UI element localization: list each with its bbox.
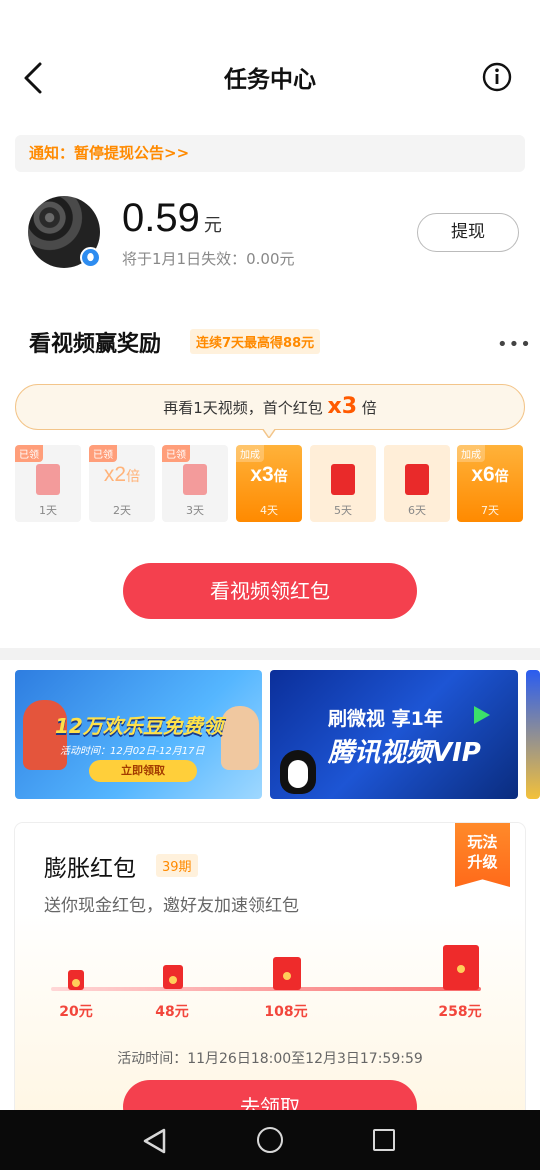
page-title: 任务中心	[224, 67, 316, 93]
day-card-6[interactable]: 6天	[384, 445, 450, 522]
day-label: 2天	[113, 504, 131, 517]
day-multiplier: x2倍	[103, 463, 141, 486]
day-label: 4天	[260, 504, 278, 517]
day-multiplier: x3倍	[250, 463, 288, 486]
cartoon-character-icon	[221, 706, 259, 770]
streak-tip-suffix: 倍	[361, 399, 377, 417]
day-card-1[interactable]: 已领 1天	[15, 445, 81, 522]
banner-next-peek[interactable]	[526, 670, 540, 799]
banner-claim-button[interactable]: 立即领取	[89, 760, 197, 782]
system-nav-bar	[0, 1110, 540, 1170]
nav-recents-icon[interactable]	[373, 1129, 395, 1151]
more-options-icon[interactable]: •••	[497, 334, 532, 355]
banner-tencent-video-vip[interactable]: 刷微视 享1年 腾讯视频VIP	[270, 670, 518, 799]
balance-display: 0.59 元	[122, 196, 222, 241]
streak-tip-bubble: 再看1天视频，首个红包 x3 倍	[15, 384, 525, 430]
nav-back-icon[interactable]	[142, 1128, 168, 1154]
card-title: 膨胀红包	[44, 856, 136, 882]
day-tag: 加成	[457, 445, 485, 462]
tier-label: 48元	[155, 1004, 189, 1020]
balance-unit: 元	[203, 215, 222, 236]
red-packet-icon	[273, 957, 301, 990]
withdraw-button[interactable]: 提现	[417, 213, 519, 252]
banner-title: 12万欢乐豆免费领	[55, 714, 223, 738]
red-packet-icon	[405, 464, 429, 495]
upgrade-ribbon: 玩法 升级	[455, 823, 510, 887]
info-icon[interactable]	[482, 62, 512, 92]
day-label: 3天	[186, 504, 204, 517]
qq-badge-icon	[80, 247, 101, 268]
video-reward-tag: 连续7天最高得88元	[190, 329, 321, 354]
red-packet-icon	[183, 464, 207, 495]
streak-days: 已领 1天 已领 x2倍 2天 已领 3天 加成 x3倍 4天 5天 6天 加成…	[15, 445, 525, 522]
day-card-3[interactable]: 已领 3天	[162, 445, 228, 522]
red-packet-icon	[68, 970, 84, 990]
video-reward-title: 看视频赢奖励	[29, 332, 162, 357]
day-tag: 已领	[89, 445, 117, 462]
inflation-red-packet-card: 玩法 升级 膨胀红包 39期 送你现金红包，邀好友加速领红包 20元 48元 10…	[15, 823, 525, 1123]
play-icon	[474, 706, 490, 724]
withdraw-notice-link[interactable]: 通知：暂停提现公告>>	[15, 135, 525, 172]
red-packet-icon	[36, 464, 60, 495]
bubble-tail	[262, 428, 276, 438]
nav-home-icon[interactable]	[257, 1127, 283, 1153]
day-label: 1天	[39, 504, 57, 517]
red-packet-icon	[163, 965, 183, 989]
day-card-5[interactable]: 5天	[310, 445, 376, 522]
red-packet-icon	[331, 464, 355, 495]
card-subtitle: 送你现金红包，邀好友加速领红包	[44, 896, 299, 916]
day-card-7[interactable]: 加成 x6倍 7天	[457, 445, 523, 522]
tier-label: 20元	[59, 1004, 93, 1020]
balance-amount: 0.59	[122, 196, 200, 240]
tier-label: 258元	[438, 1004, 482, 1020]
balance-expire-text: 将于1月1日失效：0.00元	[122, 250, 295, 268]
banner-subtitle: 刷微视 享1年	[328, 708, 443, 730]
tier-progress-line	[51, 987, 481, 991]
issue-badge: 39期	[156, 854, 198, 877]
day-tag: 加成	[236, 445, 264, 462]
section-divider	[0, 648, 540, 660]
day-tag: 已领	[162, 445, 190, 462]
banner-title: 腾讯视频VIP	[328, 738, 481, 768]
day-label: 5天	[334, 504, 352, 517]
red-packet-icon	[443, 945, 479, 990]
day-label: 7天	[481, 504, 499, 517]
day-card-2[interactable]: 已领 x2倍 2天	[89, 445, 155, 522]
banner-time: 活动时间：12月02日-12月17日	[60, 746, 205, 757]
banner-happy-beans[interactable]: 12万欢乐豆免费领 活动时间：12月02日-12月17日 立即领取	[15, 670, 262, 799]
day-label: 6天	[408, 504, 426, 517]
header: 任务中心	[0, 40, 540, 116]
day-tag: 已领	[15, 445, 43, 462]
day-multiplier: x6倍	[471, 463, 509, 486]
day-card-4[interactable]: 加成 x3倍 4天	[236, 445, 302, 522]
streak-tip-multiplier: x3	[327, 394, 358, 419]
streak-tip-prefix: 再看1天视频，首个红包	[163, 399, 323, 417]
tier-label: 108元	[264, 1004, 308, 1020]
watch-video-button[interactable]: 看视频领红包	[123, 563, 417, 619]
activity-time: 活动时间：11月26日18:00至12月3日17:59:59	[117, 1051, 423, 1067]
penguin-belly	[288, 760, 308, 788]
